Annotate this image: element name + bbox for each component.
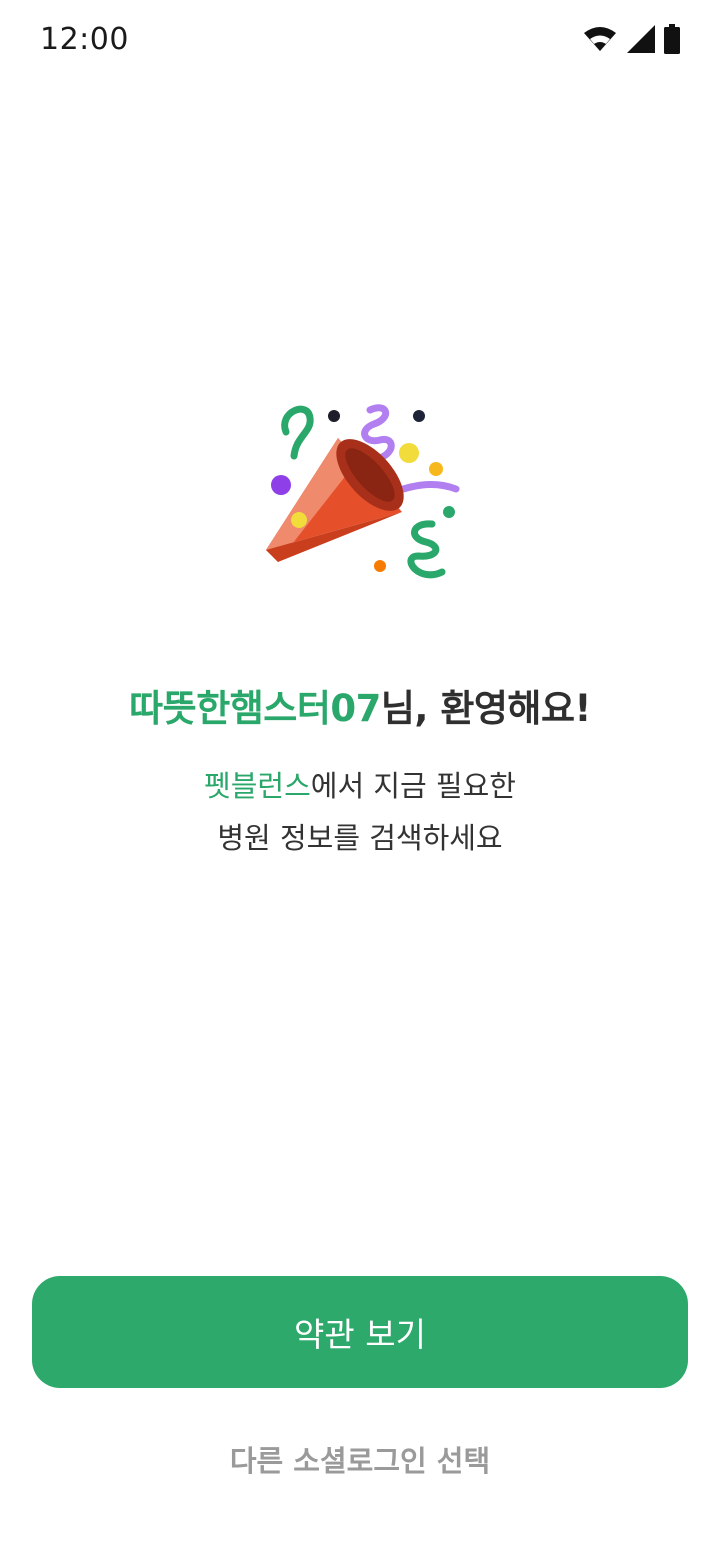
status-time: 12:00	[40, 22, 129, 57]
welcome-subtitle: 펫블런스에서 지금 필요한 병원 정보를 검색하세요	[0, 760, 720, 864]
wifi-icon	[582, 25, 618, 57]
subtitle-line-2: 병원 정보를 검색하세요	[217, 821, 503, 855]
status-bar: 12:00	[0, 0, 720, 80]
welcome-screen: 12:00 따뜻한햄스터07님, 환영해요! 펫블런스에서 지금 필요한 병원 …	[0, 0, 720, 1560]
subtitle-line-1: 펫블런스에서 지금 필요한	[0, 760, 720, 812]
party-popper-icon	[260, 396, 460, 586]
welcome-suffix: 님, 환영해요!	[380, 687, 592, 730]
battery-icon	[664, 24, 680, 58]
user-nickname: 따뜻한햄스터07	[129, 687, 381, 730]
view-terms-button[interactable]: 약관 보기	[32, 1276, 688, 1388]
cellular-signal-icon	[626, 24, 656, 58]
status-icons	[582, 24, 680, 58]
subtitle-line-1-text: 에서 지금 필요한	[310, 769, 516, 803]
brand-name: 펫블런스	[204, 769, 311, 803]
choose-other-social-login-link[interactable]: 다른 소셜로그인 선택	[0, 1438, 720, 1480]
welcome-title: 따뜻한햄스터07님, 환영해요!	[0, 678, 720, 732]
